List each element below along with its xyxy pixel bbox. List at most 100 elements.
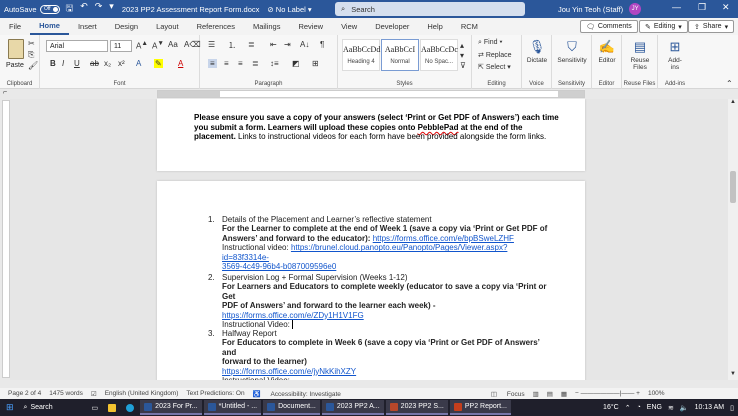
styles-scroll-down-icon[interactable]: ▾ bbox=[460, 51, 464, 60]
line-spacing-icon[interactable]: ↕≡ bbox=[270, 59, 279, 68]
italic-icon[interactable]: I bbox=[62, 59, 64, 68]
styles-scroll-up-icon[interactable]: ▴ bbox=[460, 41, 464, 50]
tab-design[interactable]: Design bbox=[106, 18, 147, 35]
style-heading-4[interactable]: AaBbCcDd Heading 4 bbox=[342, 39, 380, 71]
document-page-1[interactable]: Please ensure you save a copy of your an… bbox=[157, 99, 585, 171]
language[interactable]: English (United Kingdom) bbox=[105, 390, 179, 397]
minimize-icon[interactable]: — bbox=[672, 2, 681, 12]
replace-button[interactable]: ⇄ Replace bbox=[478, 51, 512, 59]
undo-icon[interactable]: ↶ bbox=[80, 1, 88, 17]
sensitivity-button[interactable]: ⛉ Sensitivity bbox=[554, 39, 590, 64]
collapse-ribbon-icon[interactable]: ⌃ bbox=[726, 79, 733, 88]
tab-selector-icon[interactable]: ⌐ bbox=[3, 89, 7, 96]
font-color-icon[interactable]: A bbox=[178, 59, 183, 68]
language-indicator[interactable]: ENG bbox=[647, 404, 662, 411]
weather-widget[interactable]: 16°C bbox=[603, 404, 619, 411]
search-box[interactable]: ⌕ Search bbox=[335, 2, 525, 16]
tab-help[interactable]: Help bbox=[418, 18, 451, 35]
bullets-icon[interactable]: ☰ bbox=[208, 40, 215, 49]
scroll-down-icon[interactable]: ▼ bbox=[730, 371, 736, 377]
align-left-icon[interactable]: ≡ bbox=[208, 59, 217, 68]
zoom-slider[interactable]: − ——————|—— + bbox=[575, 390, 640, 397]
taskbar-search[interactable]: ⌕ Search bbox=[20, 400, 86, 415]
customize-qat-icon[interactable]: ▾ bbox=[109, 1, 114, 17]
underline-icon[interactable]: U bbox=[74, 59, 80, 68]
strikethrough-icon[interactable]: ab bbox=[90, 59, 99, 68]
change-case-icon[interactable]: Aa bbox=[168, 40, 178, 49]
notification-icon[interactable]: ▯ bbox=[730, 404, 734, 412]
show-formatting-icon[interactable]: ¶ bbox=[320, 40, 324, 49]
tab-view[interactable]: View bbox=[332, 18, 366, 35]
taskbar-app[interactable]: 2023 PP2 A... bbox=[321, 400, 384, 415]
focus-button[interactable]: ◫ Focus bbox=[491, 390, 525, 398]
editor-button[interactable]: ✍ Editor bbox=[594, 39, 620, 64]
autosave-toggle[interactable]: Off bbox=[39, 4, 60, 14]
text-predictions[interactable]: Text Predictions: On bbox=[186, 390, 244, 397]
taskbar-app[interactable]: PP2 Report... bbox=[449, 400, 511, 415]
comments-button[interactable]: 🗨 Comments bbox=[580, 20, 638, 33]
style-normal[interactable]: AaBbCcI Normal bbox=[381, 39, 419, 71]
highlight-icon[interactable]: ✎ bbox=[154, 59, 163, 68]
save-icon[interactable]: 🖫 bbox=[66, 1, 74, 17]
edge-icon[interactable] bbox=[122, 400, 138, 415]
copy-icon[interactable]: ⎘ bbox=[28, 50, 34, 60]
align-right-icon[interactable]: ≡ bbox=[238, 59, 243, 68]
document-canvas[interactable]: Please ensure you save a copy of your an… bbox=[10, 99, 728, 380]
web-layout-icon[interactable]: ▦ bbox=[561, 390, 567, 398]
clear-formatting-icon[interactable]: A⌫ bbox=[184, 40, 201, 49]
horizontal-ruler[interactable] bbox=[157, 90, 585, 98]
grow-font-icon[interactable]: A▲ bbox=[136, 40, 148, 51]
volume-icon[interactable]: 🔈 bbox=[680, 404, 689, 412]
maximize-icon[interactable]: ❐ bbox=[698, 2, 706, 13]
user-account[interactable]: Jou Yin Teoh (Staff) JY bbox=[558, 3, 642, 15]
reuse-files-button[interactable]: ▤ Reuse Files bbox=[624, 39, 656, 71]
taskbar-app[interactable]: Document... bbox=[263, 400, 320, 415]
zoom-level[interactable]: 100% bbox=[648, 390, 665, 397]
dictate-button[interactable]: 🎙 Dictate bbox=[524, 39, 550, 64]
tab-review[interactable]: Review bbox=[289, 18, 332, 35]
scroll-up-icon[interactable]: ▲ bbox=[730, 99, 736, 105]
bold-icon[interactable]: B bbox=[50, 59, 56, 68]
taskbar-app[interactable]: 2023 For Pr... bbox=[140, 400, 202, 415]
video-link-cont[interactable]: 3569-4c49-96b4-b087009596e0 bbox=[222, 262, 548, 271]
font-size-select[interactable]: 11 bbox=[110, 40, 132, 52]
decrease-indent-icon[interactable]: ⇤ bbox=[270, 40, 277, 49]
find-button[interactable]: ⌕ Find ▾ bbox=[478, 39, 502, 47]
tray-overflow-icon[interactable]: ⌃ bbox=[625, 404, 631, 412]
read-mode-icon[interactable]: ▥ bbox=[533, 390, 539, 398]
font-name-select[interactable]: Arial bbox=[46, 40, 108, 52]
superscript-icon[interactable]: x² bbox=[118, 59, 125, 68]
paste-icon[interactable] bbox=[8, 39, 24, 59]
wifi-icon[interactable]: ≋ bbox=[668, 404, 674, 412]
align-center-icon[interactable]: ≡ bbox=[224, 59, 229, 68]
tab-mailings[interactable]: Mailings bbox=[244, 18, 290, 35]
paste-button[interactable]: Paste bbox=[6, 62, 24, 69]
justify-icon[interactable]: ≣ bbox=[252, 59, 259, 68]
increase-indent-icon[interactable]: ⇥ bbox=[284, 40, 291, 49]
form-link[interactable]: https://forms.office.com/e/bpBSweLZHF bbox=[373, 234, 514, 243]
redo-icon[interactable]: ↷ bbox=[95, 1, 103, 17]
print-layout-icon[interactable]: ▤ bbox=[547, 390, 553, 398]
form-link[interactable]: https://forms.office.com/e/ZDy1H1V1FG bbox=[222, 311, 548, 320]
format-painter-icon[interactable]: 🖌 bbox=[28, 61, 38, 70]
subscript-icon[interactable]: x₂ bbox=[104, 59, 111, 68]
vertical-ruler[interactable] bbox=[2, 100, 10, 378]
taskbar-app[interactable]: *Untitled - ... bbox=[203, 400, 262, 415]
word-count[interactable]: 1475 words bbox=[49, 390, 83, 397]
tab-layout[interactable]: Layout bbox=[147, 18, 188, 35]
spelling-flag[interactable]: PebblePad bbox=[418, 123, 459, 132]
file-explorer-icon[interactable] bbox=[104, 400, 120, 415]
text-effects-icon[interactable]: A bbox=[136, 59, 141, 68]
document-page-2[interactable]: 1. Details of the Placement and Learner’s… bbox=[157, 181, 585, 380]
share-button[interactable]: ⇪ Share ▾ bbox=[688, 20, 735, 33]
sensitivity-label[interactable]: ⊘ No Label ▾ bbox=[267, 5, 311, 14]
borders-icon[interactable]: ⊞ bbox=[312, 59, 319, 68]
clock[interactable]: 10:13 AM bbox=[695, 404, 725, 411]
accessibility-status[interactable]: ♿ Accessibility: Investigate bbox=[253, 390, 341, 398]
start-button[interactable]: ⊞ bbox=[2, 400, 18, 415]
taskbar-app[interactable]: 2023 PP2 S... bbox=[385, 400, 448, 415]
styles-more-icon[interactable]: ⊽ bbox=[460, 61, 466, 70]
tab-file[interactable]: File bbox=[0, 18, 30, 35]
shrink-font-icon[interactable]: A▼ bbox=[152, 40, 164, 51]
scroll-thumb[interactable] bbox=[730, 171, 736, 203]
